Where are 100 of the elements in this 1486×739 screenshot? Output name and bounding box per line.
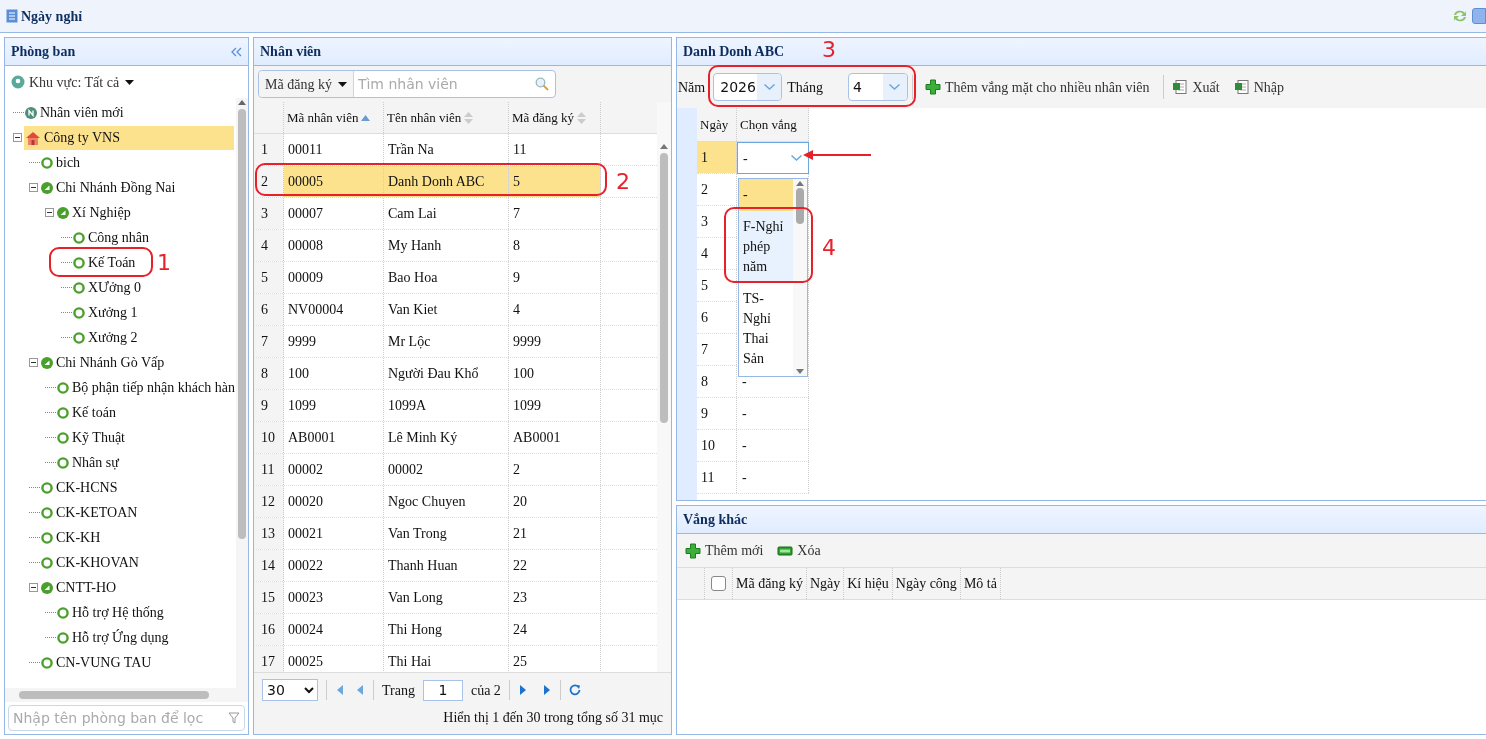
collapse-icon[interactable] <box>45 208 54 217</box>
tree-item[interactable]: Công ty VNS <box>24 125 234 150</box>
tree-item[interactable]: Hỗ trợ Hệ thống <box>56 600 172 625</box>
year-select[interactable]: 2026 <box>713 73 783 101</box>
tree-item[interactable]: CN-VUNG TAU <box>40 650 160 675</box>
scroll-thumb[interactable] <box>796 188 804 224</box>
scroll-thumb[interactable] <box>660 153 668 423</box>
collapse-icon[interactable] <box>29 183 38 192</box>
first-page-icon[interactable] <box>335 684 345 696</box>
day-cell: 9 <box>697 398 737 429</box>
column-header[interactable]: Ngày công <box>892 568 961 599</box>
scrollbar[interactable] <box>657 102 671 672</box>
table-row[interactable]: 9 1099 1099A 1099 <box>254 390 657 422</box>
table-row[interactable]: 5 00009 Bao Hoa 9 <box>254 262 657 294</box>
table-cell: Ngoc Chuyen <box>384 486 509 517</box>
last-page-icon[interactable] <box>541 684 552 696</box>
tree-item[interactable]: Xí Nghiệp <box>56 200 139 225</box>
page-size-select[interactable]: 30 <box>262 679 318 701</box>
table-row[interactable]: 16 00024 Thi Hong 24 <box>254 614 657 646</box>
toolbar-button[interactable]: Xóa <box>777 540 821 561</box>
dropdown-option[interactable]: F-Nghỉ phép năm <box>739 211 793 283</box>
tree-item[interactable]: Xưởng 1 <box>72 300 146 325</box>
horizontal-scrollbar[interactable] <box>5 688 248 702</box>
absence-select[interactable]: - <box>737 142 809 174</box>
tree-item[interactable]: Chi Nhánh Đồng Nai <box>40 175 184 200</box>
scroll-up-icon[interactable] <box>238 100 246 105</box>
table-row[interactable]: 15 00023 Van Long 23 <box>254 582 657 614</box>
tree-item[interactable]: Hỗ trợ Ứng dụng <box>56 625 177 650</box>
scroll-down-icon[interactable] <box>796 369 804 374</box>
toolbar-button[interactable]: Thêm vắng mặt cho nhiều nhân viên <box>921 76 1154 98</box>
toolbar-button[interactable]: Thêm mới <box>685 540 764 561</box>
previous-page-icon[interactable] <box>355 684 365 696</box>
chevron-down-icon <box>889 84 901 90</box>
tree-item[interactable]: Công nhân <box>72 225 158 250</box>
year-label: Năm <box>677 78 707 97</box>
month-label: Tháng <box>786 78 824 97</box>
search-type-dropdown[interactable]: Mã đăng ký <box>259 71 354 97</box>
table-row[interactable]: 3 00007 Cam Lai 7 <box>254 198 657 230</box>
column-header[interactable]: Ngày <box>806 568 845 599</box>
collapse-panel-icon[interactable] <box>231 46 242 57</box>
tree-item[interactable]: Kế Toán <box>72 250 144 275</box>
tree-item[interactable]: Nhân sự <box>56 450 127 475</box>
column-header[interactable]: Kí hiệu <box>844 568 893 599</box>
month-select[interactable]: 4 <box>848 73 908 101</box>
next-page-icon[interactable] <box>517 684 528 696</box>
refresh-icon[interactable] <box>568 684 581 696</box>
table-row[interactable]: 11 00002 00002 2 <box>254 454 657 486</box>
day-cell: 5 <box>697 270 737 301</box>
column-header[interactable]: Ngày <box>697 108 737 141</box>
toolbar-button[interactable]: Xuất <box>1168 76 1224 98</box>
table-row[interactable]: 6 NV00004 Van Kiet 4 <box>254 294 657 326</box>
column-header[interactable]: Mã đăng ký <box>733 568 807 599</box>
column-header[interactable]: Mã đăng ký <box>509 102 601 133</box>
page-number-field[interactable]: 1 <box>422 679 463 701</box>
tree-item[interactable]: Kế toán <box>56 400 124 425</box>
table-row[interactable]: 12 00020 Ngoc Chuyen 20 <box>254 486 657 518</box>
tree-item[interactable]: Kỹ Thuật <box>56 425 133 450</box>
column-header[interactable]: Mô tả <box>960 568 1001 599</box>
table-row[interactable]: 10 AB0001 Lê Minh Ký AB0001 <box>254 422 657 454</box>
collapse-icon[interactable] <box>29 583 38 592</box>
scroll-up-icon[interactable] <box>660 144 668 149</box>
dropdown-option[interactable]: - <box>739 179 793 211</box>
scrollbar[interactable] <box>793 179 807 376</box>
collapse-icon[interactable] <box>29 358 38 367</box>
scroll-thumb[interactable] <box>238 109 246 539</box>
node-icon <box>41 356 53 369</box>
tree-item[interactable]: CNTT-HO <box>40 575 125 600</box>
table-row[interactable]: 8 100 Người Đau Khổ 100 <box>254 358 657 390</box>
tree-item[interactable]: XƯởng 0 <box>72 275 149 300</box>
collapse-icon[interactable] <box>13 133 22 142</box>
table-row[interactable]: 4 00008 My Hanh 8 <box>254 230 657 262</box>
toolbar-button[interactable]: Nhập <box>1229 76 1289 98</box>
tree-item[interactable]: Nhân viên mới <box>24 100 132 125</box>
tree-item[interactable]: Xưởng 2 <box>72 325 146 350</box>
refresh-icon[interactable] <box>1452 9 1468 23</box>
column-header[interactable]: Tên nhân viên <box>384 102 509 133</box>
scroll-thumb[interactable] <box>19 691 209 699</box>
tree-label: CK-HCNS <box>56 479 118 497</box>
table-row[interactable]: 14 00022 Thanh Huan 22 <box>254 550 657 582</box>
search-field[interactable]: Mã đăng ký Tìm nhân viên <box>258 70 556 98</box>
search-icon[interactable] <box>535 77 549 91</box>
table-row[interactable]: 13 00021 Van Trong 21 <box>254 518 657 550</box>
column-header[interactable]: Mã nhân viên <box>284 102 384 133</box>
column-header[interactable]: Chọn vắng <box>737 108 809 141</box>
scrollbar[interactable] <box>236 98 248 688</box>
minimize-button[interactable] <box>1472 8 1486 24</box>
tree-item[interactable]: bich <box>40 150 89 175</box>
tree-item[interactable]: CK-HCNS <box>40 475 126 500</box>
region-dropdown[interactable]: Khu vực: Tất cả <box>29 71 135 93</box>
tree-item[interactable]: CK-KH <box>40 525 109 550</box>
tree-item[interactable]: Chi Nhánh Gò Vấp <box>40 350 173 375</box>
tree-item[interactable]: CK-KHOVAN <box>40 550 147 575</box>
scroll-up-icon[interactable] <box>796 181 804 186</box>
caret-icon <box>337 81 347 87</box>
tree-item[interactable]: Bộ phận tiếp nhận khách hàn <box>56 375 236 400</box>
table-row[interactable]: 7 9999 Mr Lộc 9999 <box>254 326 657 358</box>
tree-item[interactable]: CK-KETOAN <box>40 500 146 525</box>
select-all-checkbox[interactable] <box>711 576 726 591</box>
filter-icon[interactable] <box>228 712 240 724</box>
filter-field[interactable]: Nhập tên phòng ban để lọc <box>8 705 245 731</box>
